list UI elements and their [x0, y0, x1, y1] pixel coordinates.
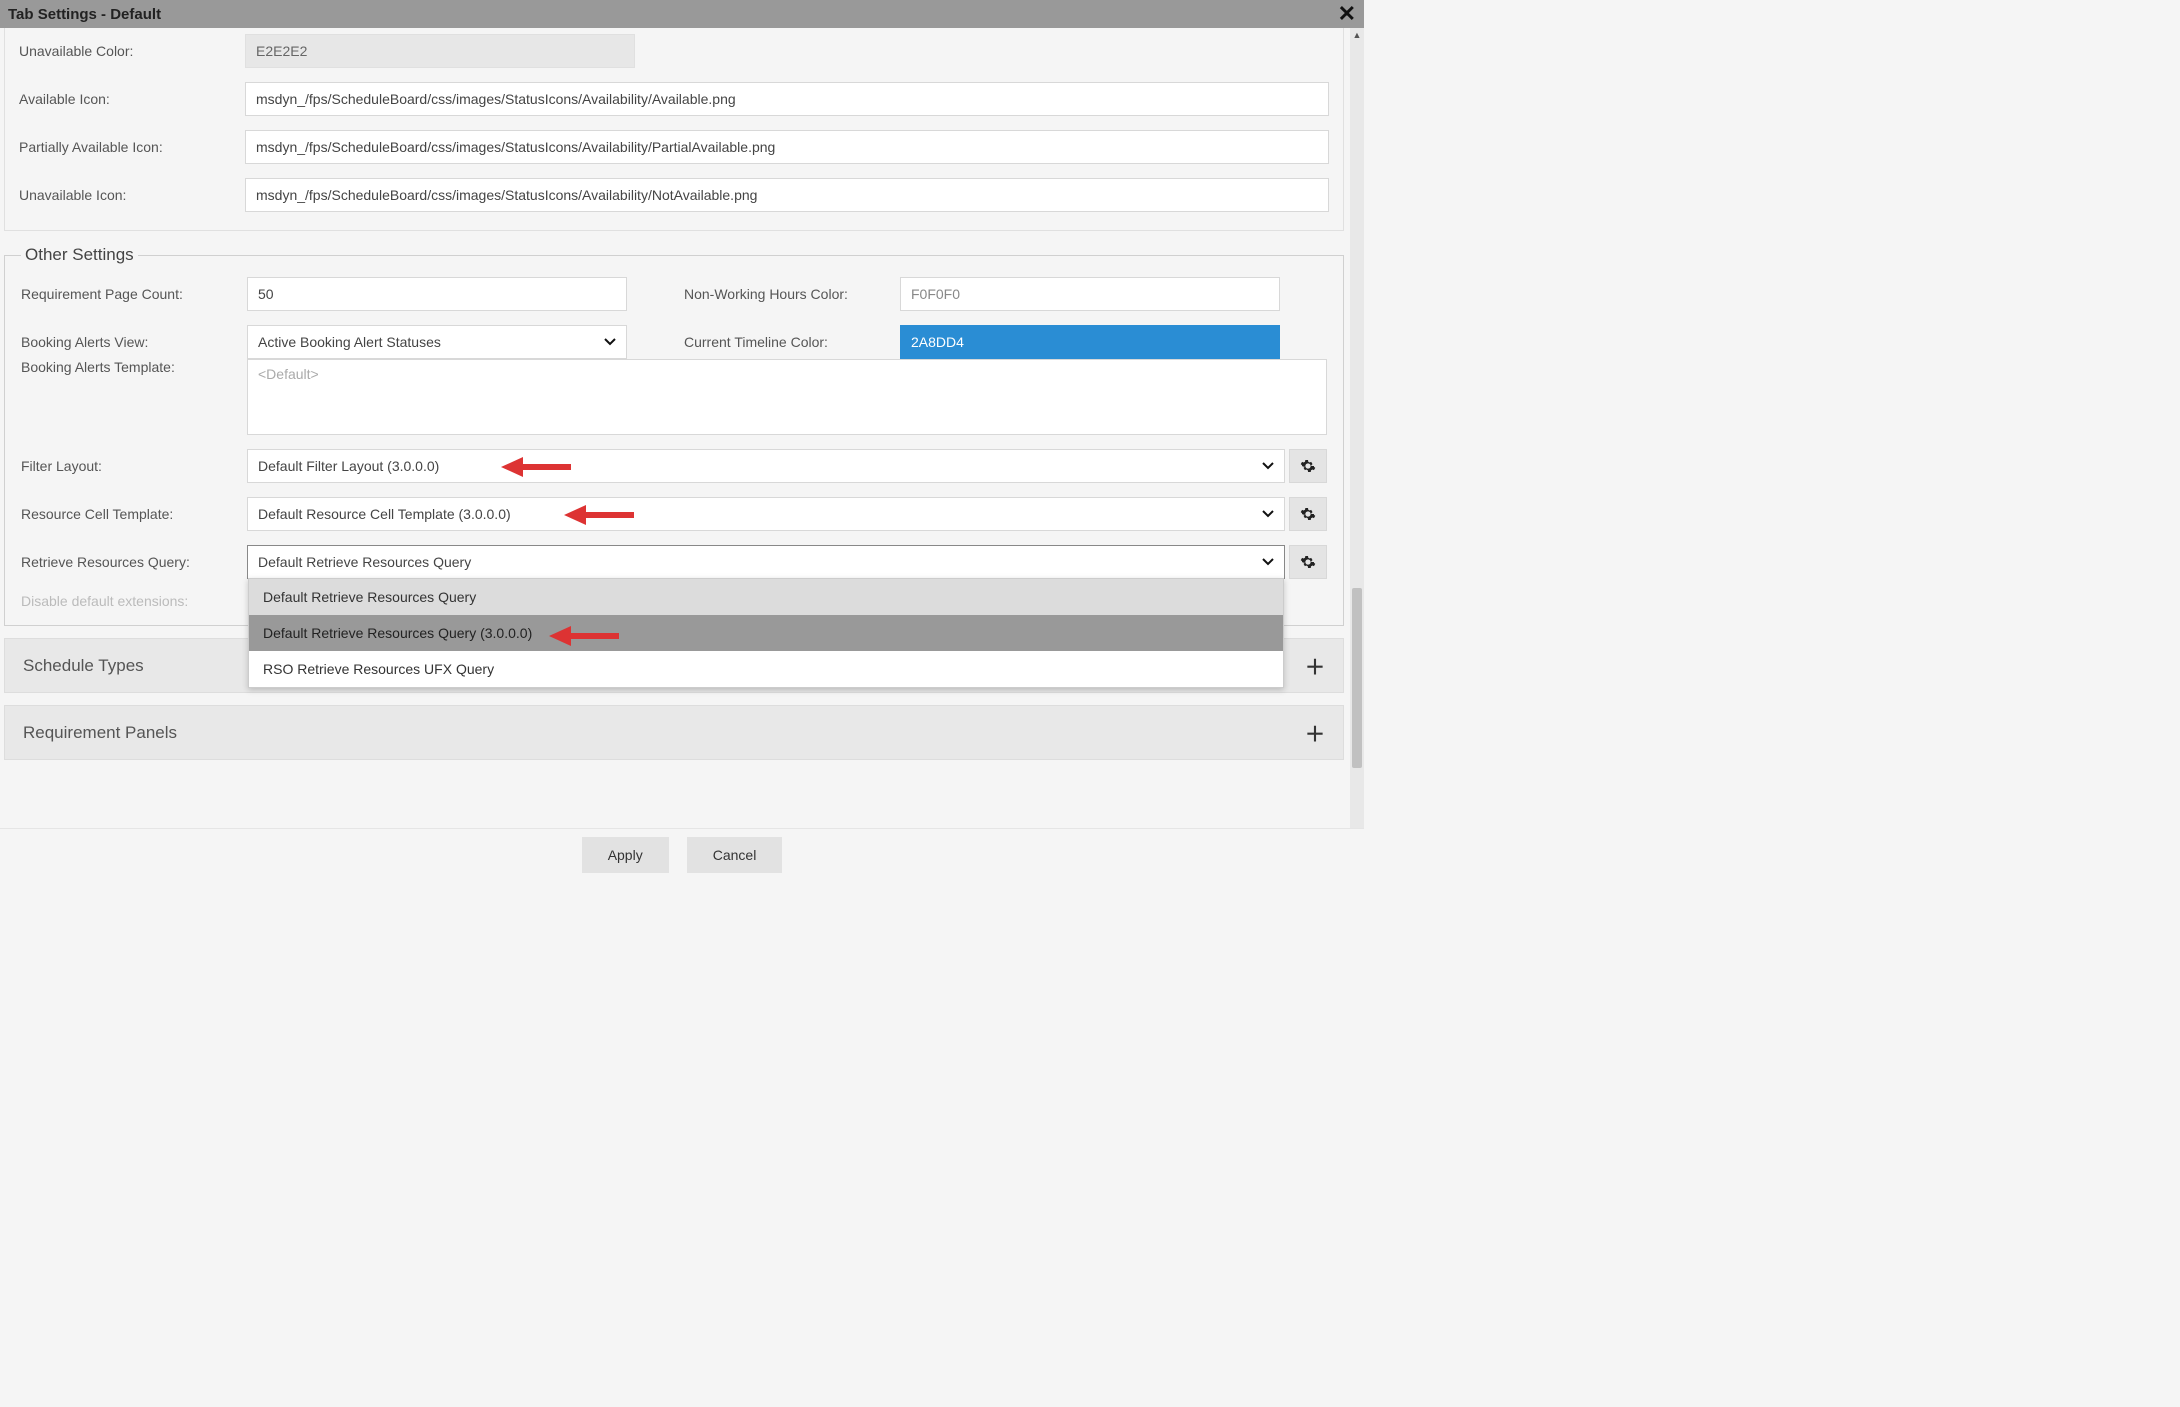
- gear-icon: [1300, 554, 1316, 570]
- disable-extensions-label: Disable default extensions:: [21, 593, 231, 609]
- available-icon-label: Available Icon:: [19, 91, 229, 107]
- unavailable-icon-input[interactable]: msdyn_/fps/ScheduleBoard/css/images/Stat…: [245, 178, 1329, 212]
- icon-settings-group: Unavailable Color: E2E2E2 Available Icon…: [4, 28, 1344, 231]
- section-title: Schedule Types: [23, 656, 144, 676]
- dropdown-option[interactable]: Default Retrieve Resources Query (3.0.0.…: [249, 615, 1283, 651]
- chevron-down-icon: [1262, 462, 1274, 470]
- nonworking-color-label: Non-Working Hours Color:: [684, 286, 884, 302]
- unavailable-color-label: Unavailable Color:: [19, 43, 229, 59]
- window-title: Tab Settings - Default: [8, 6, 161, 23]
- chevron-down-icon: [1262, 510, 1274, 518]
- retrieve-resources-gear-button[interactable]: [1289, 545, 1327, 579]
- chevron-down-icon: [604, 338, 616, 346]
- timeline-color-swatch[interactable]: 2A8DD4: [900, 325, 1280, 359]
- resource-cell-dropdown[interactable]: Default Resource Cell Template (3.0.0.0): [247, 497, 1285, 531]
- timeline-color-label: Current Timeline Color:: [684, 334, 884, 350]
- available-icon-input[interactable]: msdyn_/fps/ScheduleBoard/css/images/Stat…: [245, 82, 1329, 116]
- req-page-count-input[interactable]: 50: [247, 277, 627, 311]
- retrieve-resources-label: Retrieve Resources Query:: [21, 554, 231, 570]
- cancel-button[interactable]: Cancel: [687, 837, 783, 873]
- booking-alerts-view-label: Booking Alerts View:: [21, 334, 231, 350]
- requirement-panels-section[interactable]: Requirement Panels ＋: [4, 705, 1344, 760]
- booking-alerts-view-dropdown[interactable]: Active Booking Alert Statuses: [247, 325, 627, 359]
- scrollbar-thumb[interactable]: [1352, 588, 1362, 768]
- gear-icon: [1300, 458, 1316, 474]
- partially-available-icon-input[interactable]: msdyn_/fps/ScheduleBoard/css/images/Stat…: [245, 130, 1329, 164]
- retrieve-resources-dropdown[interactable]: Default Retrieve Resources Query Default…: [247, 545, 1285, 579]
- filter-layout-label: Filter Layout:: [21, 458, 231, 474]
- unavailable-color-value[interactable]: E2E2E2: [245, 34, 635, 68]
- section-title: Requirement Panels: [23, 723, 177, 743]
- gear-icon: [1300, 506, 1316, 522]
- title-bar: Tab Settings - Default ✕: [0, 0, 1364, 28]
- scroll-up-icon[interactable]: ▲: [1350, 28, 1364, 42]
- dropdown-option[interactable]: RSO Retrieve Resources UFX Query: [249, 651, 1283, 687]
- resource-cell-label: Resource Cell Template:: [21, 506, 231, 522]
- filter-layout-dropdown[interactable]: Default Filter Layout (3.0.0.0): [247, 449, 1285, 483]
- dialog-footer: Apply Cancel: [0, 828, 1364, 880]
- req-page-count-label: Requirement Page Count:: [21, 286, 231, 302]
- unavailable-icon-label: Unavailable Icon:: [19, 187, 229, 203]
- vertical-scrollbar[interactable]: ▲: [1350, 28, 1364, 828]
- partially-available-icon-label: Partially Available Icon:: [19, 139, 229, 155]
- plus-icon[interactable]: ＋: [1305, 651, 1325, 680]
- other-settings-legend: Other Settings: [21, 245, 138, 265]
- plus-icon[interactable]: ＋: [1305, 718, 1325, 747]
- dialog-body: Unavailable Color: E2E2E2 Available Icon…: [0, 28, 1364, 828]
- booking-alerts-template-input[interactable]: <Default>: [247, 359, 1327, 435]
- dropdown-option[interactable]: Default Retrieve Resources Query: [249, 579, 1283, 615]
- booking-alerts-template-label: Booking Alerts Template:: [21, 359, 231, 375]
- filter-layout-gear-button[interactable]: [1289, 449, 1327, 483]
- chevron-down-icon: [1262, 558, 1274, 566]
- close-icon[interactable]: ✕: [1338, 3, 1356, 25]
- nonworking-color-swatch[interactable]: F0F0F0: [900, 277, 1280, 311]
- retrieve-resources-options-list: Default Retrieve Resources Query Default…: [248, 578, 1284, 688]
- resource-cell-gear-button[interactable]: [1289, 497, 1327, 531]
- other-settings-group: Other Settings Requirement Page Count: 5…: [4, 245, 1344, 626]
- apply-button[interactable]: Apply: [582, 837, 669, 873]
